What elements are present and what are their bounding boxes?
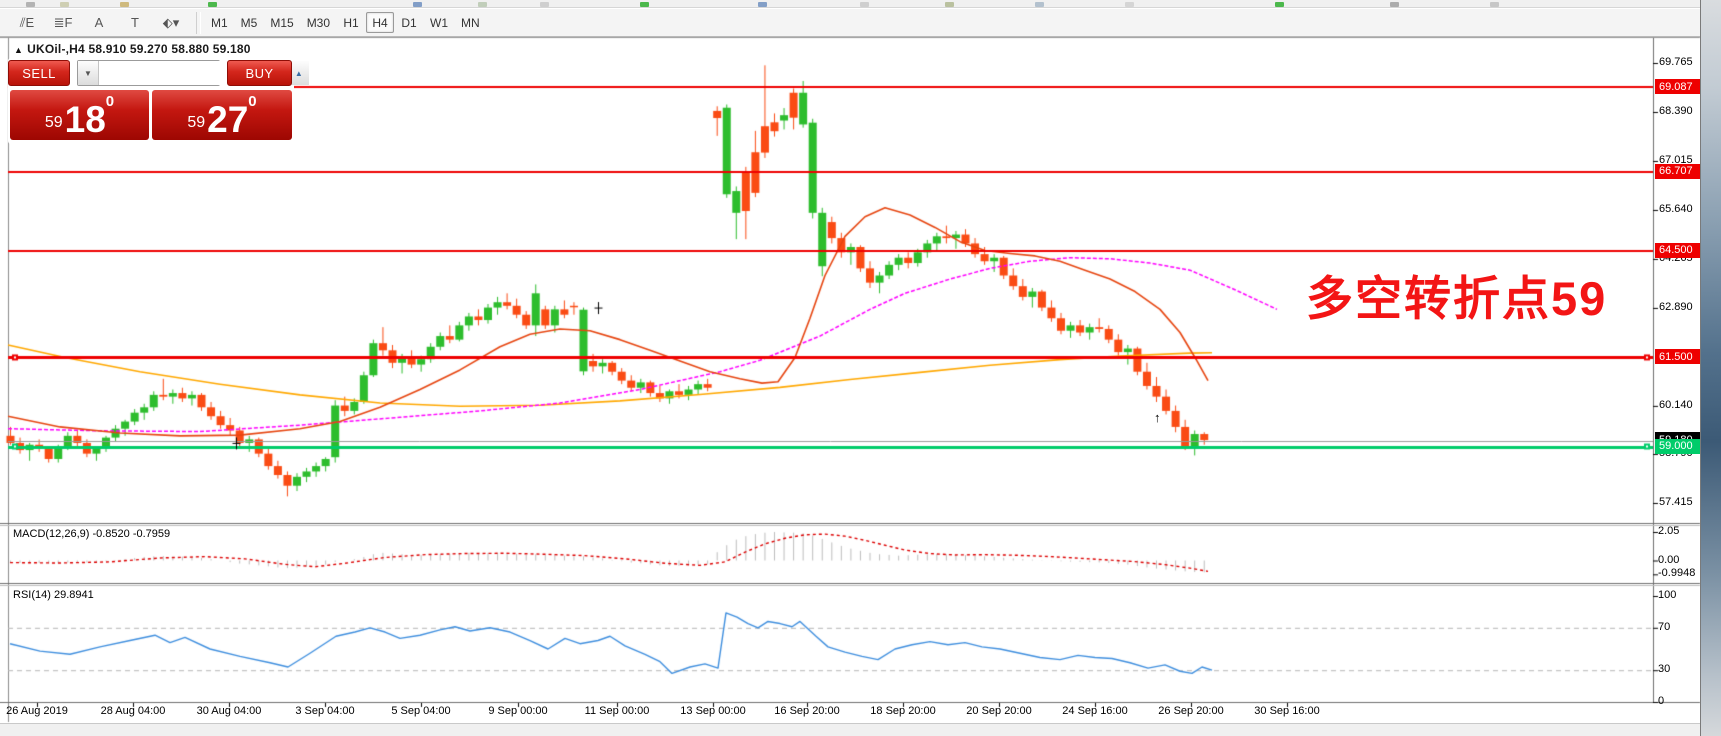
date-axis-label: 26 Aug 2019 xyxy=(6,705,68,717)
toolbar-fragment-icon xyxy=(1275,2,1284,7)
date-axis-label: 5 Sep 04:00 xyxy=(391,705,450,717)
timeframe-button-h4[interactable]: H4 xyxy=(366,12,394,33)
buy-price-int: 59 xyxy=(187,114,205,132)
fibonacci-icon[interactable]: ≣F xyxy=(50,12,76,34)
date-axis-label: 16 Sep 20:00 xyxy=(774,705,839,717)
volume-spinner: ▼ ▲ xyxy=(77,60,220,86)
price-badge-64.500: 64.500 xyxy=(1655,243,1702,258)
toolbar-fragment-icon xyxy=(860,2,869,7)
date-axis-label: 28 Aug 04:00 xyxy=(101,705,166,717)
partial-toolbar-strip xyxy=(0,0,1721,8)
toolbar-fragment-icon xyxy=(478,2,487,7)
toolbar-fragment-icon xyxy=(758,2,767,7)
toolbar-fragment-icon xyxy=(208,2,217,7)
macd-axis-label: 2.05 xyxy=(1658,525,1679,537)
price-axis-tick: 69.765 xyxy=(1659,56,1693,68)
date-axis-label: 30 Aug 04:00 xyxy=(197,705,262,717)
buy-button[interactable]: BUY xyxy=(227,60,292,86)
collapse-arrow-icon[interactable]: ▲ xyxy=(14,45,23,55)
macd-axis-label: -0.9948 xyxy=(1658,567,1695,579)
price-badge-59.000: 59.000 xyxy=(1655,439,1702,454)
price-badge-66.707: 66.707 xyxy=(1655,164,1702,179)
date-axis-label: 18 Sep 20:00 xyxy=(870,705,935,717)
date-axis-label: 3 Sep 04:00 xyxy=(295,705,354,717)
toolbar-fragment-icon xyxy=(60,2,69,7)
date-axis-label: 9 Sep 00:00 xyxy=(488,705,547,717)
sell-price-point: 0 xyxy=(106,93,114,110)
price-badge-61.500: 61.500 xyxy=(1655,349,1702,364)
rsi-axis-label: 70 xyxy=(1658,621,1670,633)
sell-price-pips: 18 xyxy=(65,103,106,136)
price-axis-tick: 62.890 xyxy=(1659,301,1693,313)
price-axis-tick: 57.415 xyxy=(1659,496,1693,508)
toolbar-fragment-icon xyxy=(540,2,549,7)
timeframe-button-m1[interactable]: M1 xyxy=(205,12,234,33)
rsi-indicator-label: RSI(14) 29.8941 xyxy=(13,589,94,601)
toolbar-fragment-icon xyxy=(413,2,422,7)
timeframe-button-h1[interactable]: H1 xyxy=(337,12,365,33)
bottom-strip xyxy=(0,723,1721,736)
text-icon[interactable]: A xyxy=(86,12,112,34)
timeframe-button-w1[interactable]: W1 xyxy=(424,12,454,33)
macd-indicator-label: MACD(12,26,9) -0.8520 -0.7959 xyxy=(13,528,170,540)
date-axis-label: 11 Sep 00:00 xyxy=(585,705,650,717)
timeframe-button-m15[interactable]: M15 xyxy=(264,12,299,33)
toolbar-fragment-icon xyxy=(1490,2,1499,7)
text-label-icon[interactable]: T xyxy=(122,12,148,34)
sell-button[interactable]: SELL xyxy=(8,60,70,86)
equidistant-channel-icon[interactable]: ⫽E xyxy=(14,12,40,34)
date-axis-label: 24 Sep 16:00 xyxy=(1062,705,1127,717)
buy-price-point: 0 xyxy=(248,93,256,110)
macd-axis-label: 0.00 xyxy=(1658,554,1679,566)
date-axis-label: 20 Sep 20:00 xyxy=(966,705,1031,717)
buy-price-pips: 27 xyxy=(207,103,248,136)
price-axis-tick: 68.390 xyxy=(1659,105,1693,117)
timeframe-button-m30[interactable]: M30 xyxy=(301,12,336,33)
rsi-axis-label: 0 xyxy=(1658,695,1664,707)
toolbar-fragment-icon xyxy=(1390,2,1399,7)
timeframe-button-m5[interactable]: M5 xyxy=(235,12,264,33)
toolbar-fragment-icon xyxy=(1035,2,1044,7)
timeframe-button-mn[interactable]: MN xyxy=(455,12,486,33)
rsi-axis-label: 30 xyxy=(1658,663,1670,675)
rsi-axis-label: 100 xyxy=(1658,589,1676,601)
timeframe-bar: M1M5M15M30H1H4D1W1MN xyxy=(205,12,486,33)
price-axis-tick: 60.140 xyxy=(1659,399,1693,411)
toolbar-fragment-icon xyxy=(1125,2,1134,7)
one-click-trading-panel: SELL ▼ ▲ BUY 59180 59270 xyxy=(8,58,294,144)
up-arrow-marker: ↑ xyxy=(1154,410,1161,425)
chart-text-annotation: 多空转折点59 xyxy=(1306,260,1607,329)
sell-price-int: 59 xyxy=(45,114,63,132)
sell-price-display[interactable]: 59180 xyxy=(10,90,149,140)
window-edge xyxy=(1700,0,1721,736)
buy-price-display[interactable]: 59270 xyxy=(152,90,292,140)
date-axis-label: 13 Sep 00:00 xyxy=(680,705,745,717)
date-axis-label: 26 Sep 20:00 xyxy=(1158,705,1223,717)
main-toolbar: ⫽E ≣F AT ⬖▾ M1M5M15M30H1H4D1W1MN xyxy=(0,9,1721,37)
toolbar-separator xyxy=(196,12,201,34)
price-badge-69.087: 69.087 xyxy=(1655,79,1702,94)
date-axis-label: 30 Sep 16:00 xyxy=(1254,705,1319,717)
toolbar-fragment-icon xyxy=(945,2,954,7)
toolbar-fragment-icon xyxy=(120,2,129,7)
toolbar-fragment-icon xyxy=(26,2,35,7)
price-axis-tick: 65.640 xyxy=(1659,203,1693,215)
timeframe-button-d1[interactable]: D1 xyxy=(395,12,423,33)
symbol-ohlc-text: UKOil-,H4 58.910 59.270 58.880 59.180 xyxy=(27,42,251,56)
toolbar-fragment-icon xyxy=(640,2,649,7)
arrow-tools-icon[interactable]: ⬖▾ xyxy=(158,12,184,34)
symbol-info-line: ▲ UKOil-,H4 58.910 59.270 58.880 59.180 xyxy=(14,42,251,56)
volume-decrease-button[interactable]: ▼ xyxy=(78,61,99,85)
